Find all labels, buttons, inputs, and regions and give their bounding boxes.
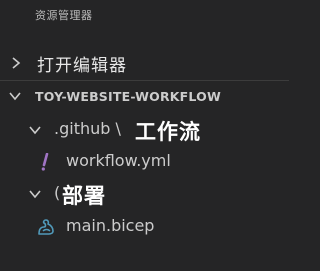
chevron-down-icon <box>28 187 42 201</box>
section-divider <box>0 80 289 81</box>
explorer-title: 资源管理器 <box>35 9 93 22</box>
chevron-down-icon <box>8 89 22 103</box>
tree-folder-deploy[interactable]: ( 部署 <box>0 182 289 208</box>
folder-overlay-label: 部署 <box>62 184 106 208</box>
bicep-icon <box>37 218 55 236</box>
workspace-section-header[interactable]: TOY-WEBSITE-WORKFLOW <box>0 84 289 108</box>
tree-file-workflow[interactable]: workflow.yml <box>0 150 289 174</box>
chevron-down-icon <box>28 123 42 137</box>
folder-label: .github \ <box>54 119 121 138</box>
file-label: workflow.yml <box>66 151 171 170</box>
tree-folder-github[interactable]: .github \ 工作流 <box>0 118 289 144</box>
file-label: main.bicep <box>66 216 155 235</box>
workspace-label: TOY-WEBSITE-WORKFLOW <box>35 88 221 104</box>
yaml-exclamation-icon <box>40 153 52 171</box>
open-editors-label: 打开编辑器 <box>37 55 127 76</box>
chevron-right-icon <box>9 56 23 70</box>
open-editors-section-header[interactable]: 打开编辑器 <box>0 50 289 76</box>
folder-label: ( <box>54 183 61 202</box>
folder-overlay-label: 工作流 <box>135 120 201 144</box>
tree-file-main-bicep[interactable]: main.bicep <box>0 215 289 239</box>
explorer-panel: 资源管理器 打开编辑器 TOY-WEBSITE-WORKFLOW .github… <box>0 0 289 271</box>
